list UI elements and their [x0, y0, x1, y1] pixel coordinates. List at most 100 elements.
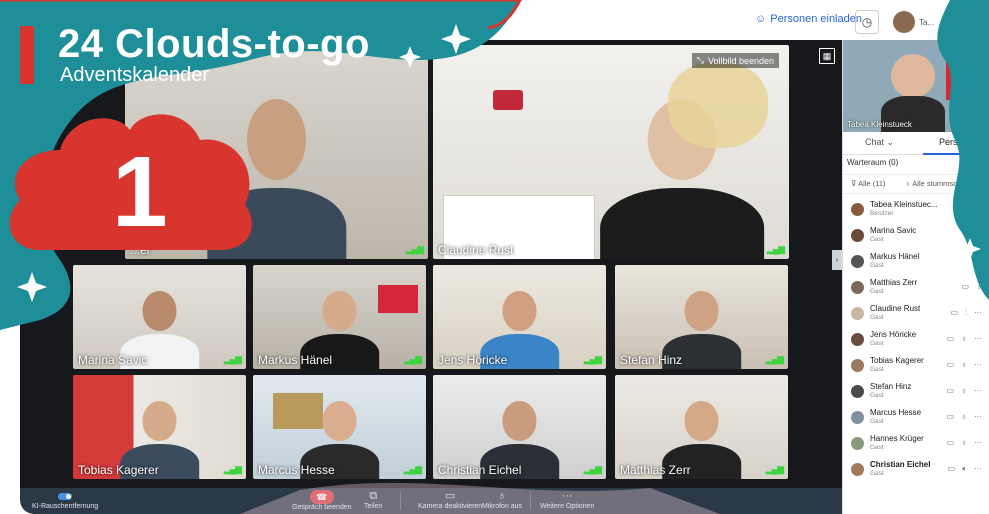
self-view: Tabea Kleinstueck	[843, 40, 985, 132]
collapse-panel-handle[interactable]: ›	[832, 250, 842, 270]
microphone-icon: ♁	[961, 334, 967, 343]
microphone-icon: ♁	[961, 412, 967, 421]
video-stage: ...er ▂▄▆ Claudine Rust ▂▄▆ ⤡ Vollbild b…	[20, 40, 842, 488]
active-tab-indicator	[923, 153, 985, 155]
camera-icon: ▭	[974, 230, 982, 239]
list-item[interactable]: Tabea Kleinstuec... Besitzer ▭ ⫶	[843, 196, 985, 222]
logo-banner	[946, 40, 985, 100]
end-call-button[interactable]: ☎ Gespräch beenden	[292, 490, 352, 511]
list-item[interactable]: Stefan Hinz Gast ▭ ♁ ···	[843, 378, 985, 404]
participant-name: Marina Savic	[78, 353, 148, 367]
mute-all-button[interactable]: ♁ Alle stummschalten	[905, 179, 977, 188]
video-tile[interactable]: Stefan Hinz ▂▄▆	[615, 265, 788, 369]
microphone-icon: ♁	[497, 490, 507, 502]
list-item[interactable]: Markus Hänel Gast ▭	[843, 248, 985, 274]
video-tile[interactable]: Marina Savic ▂▄▆	[73, 265, 246, 369]
self-name: Tabea Kleinstueck	[847, 120, 912, 129]
advent-subtitle: Adventskalender	[60, 64, 209, 86]
tab-people[interactable]: Personen	[939, 137, 978, 147]
list-item[interactable]: Tobias Kagerer Gast ▭ ♁ ···	[843, 352, 985, 378]
list-item[interactable]: Christian Eichel Gast ▭ 🔈︎ ···	[843, 456, 985, 482]
mic-button[interactable]: ♁ Mikrofon aus	[482, 490, 522, 510]
participant-name: Christian Eichel	[438, 463, 522, 477]
more-options-button[interactable]: ··· Weitere Optionen	[540, 490, 594, 510]
more-icon[interactable]: ···	[974, 308, 982, 318]
signal-icon: ▂▄▆	[403, 464, 422, 474]
video-tile[interactable]: Marcus Hesse ▂▄▆	[253, 375, 426, 479]
call-toolbar: KI-Rauschentfernung ☎ Gespräch beenden ⧉…	[20, 488, 842, 514]
tab-chat[interactable]: Chat ⌄	[865, 137, 894, 148]
exit-fullscreen-button[interactable]: ⤡ Vollbild beenden	[691, 53, 779, 68]
collapse-icon: ⤡	[696, 55, 704, 65]
avatar	[851, 280, 864, 294]
user-menu[interactable]: Ta...	[893, 11, 934, 33]
video-tile[interactable]: Claudine Rust ▂▄▆ ⤡ Vollbild beenden	[433, 45, 789, 259]
list-item[interactable]: Marcus Hesse Gast ▭ ♁ ···	[843, 404, 985, 430]
avatar	[851, 332, 864, 346]
camera-icon: ▭	[946, 438, 954, 447]
microphone-icon: ♁	[961, 386, 967, 395]
avatar	[851, 436, 864, 450]
list-item[interactable]: Marina Savic Gast ▭	[843, 222, 985, 248]
signal-icon: ▂▄▆	[583, 464, 602, 474]
signal-icon: ▂▄▆	[765, 354, 784, 364]
video-tile[interactable]: Christian Eichel ▂▄▆	[433, 375, 606, 479]
participant-filters: ⊽ Alle (11) ♁ Alle stummschalten	[843, 174, 985, 194]
video-tile[interactable]: Matthias Zerr ▂▄▆	[615, 375, 788, 479]
camera-icon: ▭	[947, 464, 956, 473]
more-icon[interactable]: ···	[974, 438, 982, 447]
signal-icon: ▂▄▆	[223, 354, 242, 364]
noise-removal-toggle[interactable]: KI-Rauschentfernung	[32, 490, 98, 510]
advent-title: 24 Clouds-to-go	[58, 22, 370, 66]
signal-icon: ▂▄▆	[583, 354, 602, 364]
microphone-icon: ♁	[961, 360, 967, 369]
signal-icon: ▂▄▆	[766, 244, 785, 254]
participant-name: Markus Hänel	[258, 353, 333, 367]
share-screen-icon: ⧉	[369, 490, 378, 502]
participant-name: Jens Höricke	[438, 353, 508, 367]
top-icons: ◷ Ta...	[855, 10, 934, 34]
list-item[interactable]: Hannes Krüger Gast ▭ ♁ ···	[843, 430, 985, 456]
panel-tabs: Chat ⌄ Personen	[843, 132, 985, 155]
camera-icon: ▭	[974, 256, 982, 265]
invite-people-button[interactable]: ☺ Personen einladen	[755, 13, 862, 25]
participant-name: Marcus Hesse	[258, 463, 335, 477]
more-icon[interactable]: ···	[974, 334, 982, 343]
list-item[interactable]: Matthias Zerr Gast ▭ ♁	[843, 274, 985, 300]
camera-icon: ▭	[961, 282, 969, 291]
side-panel: Tabea Kleinstueck Chat ⌄ Personen Warter…	[842, 40, 985, 514]
avatar	[893, 11, 915, 33]
grid-view-icon[interactable]: ▦	[819, 48, 835, 64]
camera-icon: ▭	[965, 204, 973, 213]
avatar	[851, 384, 864, 398]
microphone-icon: ♁	[976, 282, 982, 291]
title-accent-bar	[20, 26, 34, 84]
share-button[interactable]: ⧉ Teilen	[364, 490, 382, 510]
filter-all-button[interactable]: ⊽ Alle (11)	[851, 179, 886, 188]
list-item[interactable]: Jens Höricke Gast ▭ ♁ ···	[843, 326, 985, 352]
microphone-icon: ♁	[961, 438, 967, 447]
list-item[interactable]: Claudine Rust Gast ▭ ⫶ ···	[843, 300, 985, 326]
signal-icon: ▂▄▆	[765, 464, 784, 474]
camera-icon: ▭	[946, 412, 954, 421]
participant-list: Tabea Kleinstuec... Besitzer ▭ ⫶ Marina Sa…	[843, 196, 985, 482]
camera-icon: ▭	[950, 308, 958, 317]
participant-name: Matthias Zerr	[620, 463, 691, 477]
video-tile[interactable]: Markus Hänel ▂▄▆	[253, 265, 426, 369]
avatar	[851, 228, 864, 242]
more-icon[interactable]: ···	[974, 360, 982, 369]
avatar	[851, 358, 864, 372]
video-tile[interactable]: Jens Höricke ▂▄▆	[433, 265, 606, 369]
more-icon[interactable]: ···	[974, 464, 982, 474]
signal-icon: ▂▄▆	[405, 244, 424, 254]
status-icon[interactable]: ◷	[855, 10, 879, 34]
signal-icon: ▂▄▆	[403, 354, 422, 364]
more-icon[interactable]: ···	[974, 412, 982, 421]
audio-level-icon: ⫶	[980, 204, 982, 213]
waiting-room-label: Warteraum (0)	[847, 158, 899, 167]
camera-button[interactable]: ▭ Kamera deaktivieren	[418, 490, 482, 510]
avatar	[851, 202, 864, 216]
video-tile[interactable]: Tobias Kagerer ▂▄▆	[73, 375, 246, 479]
avatar	[851, 306, 864, 320]
more-icon[interactable]: ···	[974, 386, 982, 395]
